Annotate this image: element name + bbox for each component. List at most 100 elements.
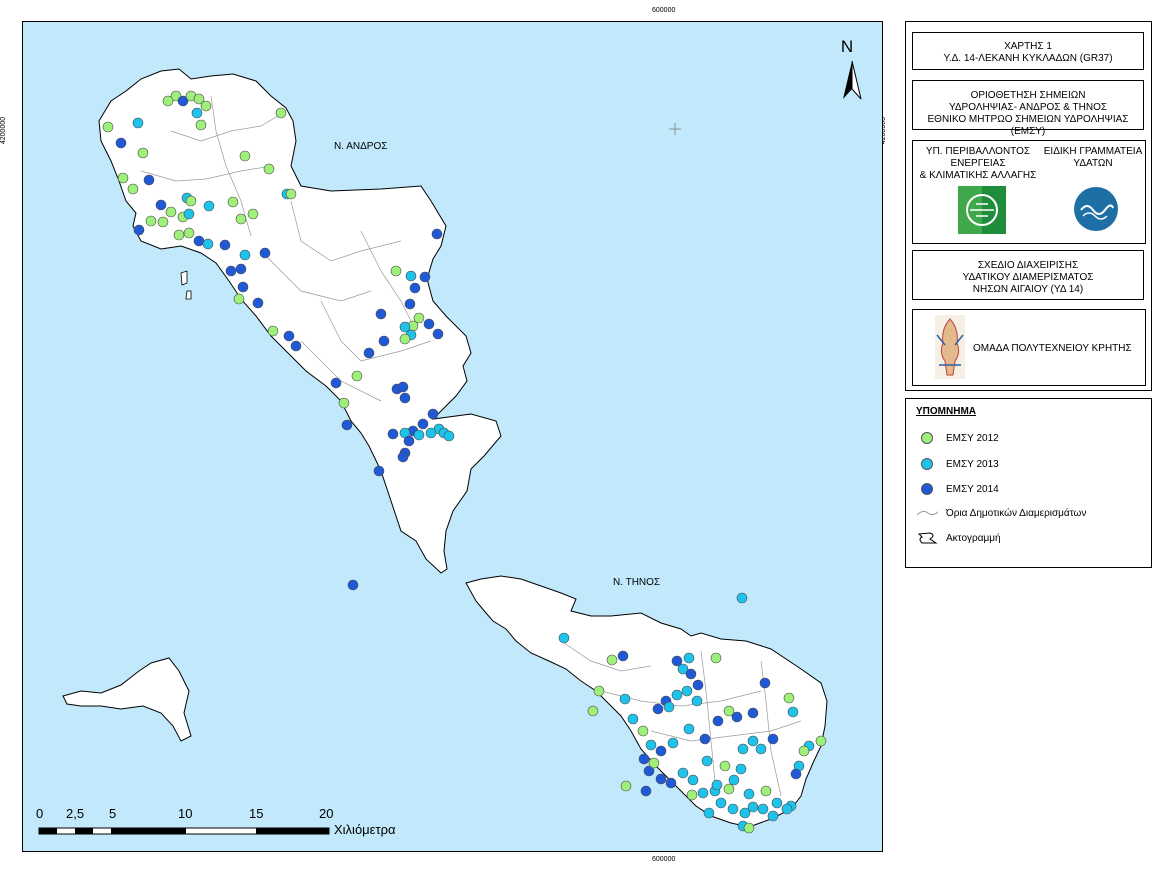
sample-point <box>743 822 755 834</box>
sample-point <box>405 270 417 282</box>
sample-point <box>235 213 247 225</box>
sample-point <box>290 340 302 352</box>
sample-point <box>259 247 271 259</box>
subtitle-line1: ΟΡΙΟΘΕΤΗΣΗ ΣΗΜΕΙΩΝ <box>970 90 1086 101</box>
scale-tick-2-5: 2,5 <box>66 806 85 821</box>
coord-top-label: 600000 <box>652 7 676 14</box>
sample-point <box>723 783 735 795</box>
sample-point <box>798 745 810 757</box>
sample-point <box>117 172 129 184</box>
sample-point <box>558 632 570 644</box>
sample-point <box>701 755 713 767</box>
sample-point <box>399 333 411 345</box>
sample-point <box>275 107 287 119</box>
scale-unit: Χιλιόμετρα <box>334 822 396 837</box>
team-label: ΟΜΑΔΑ ΠΟΛΥΤΕΧΝΕΙΟΥ ΚΡΗΤΗΣ <box>973 343 1132 354</box>
sample-point <box>183 208 195 220</box>
sample-point <box>143 174 155 186</box>
ministry-text: ΥΠ. ΠΕΡΙΒΑΛΛΟΝΤΟΣ ΕΝΕΡΓΕΙΑΣ & ΚΛΙΜΑΤΙΚΗΣ… <box>917 146 1039 182</box>
legend-item-2014: ΕΜΣΥ 2014 <box>916 481 999 497</box>
sample-point <box>663 701 675 713</box>
sample-point <box>263 163 275 175</box>
ministry-line3: & ΚΛΙΜΑΤΙΚΗΣ ΑΛΛΑΓΗΣ <box>919 170 1037 181</box>
sample-point <box>771 797 783 809</box>
sample-point <box>747 707 759 719</box>
legend-label-boundaries: Όρια Δημοτικών Διαμερισμάτων <box>946 507 1087 519</box>
coord-bottom-label: 600000 <box>652 856 676 863</box>
sample-point <box>747 801 759 813</box>
secretariat-text: ΕΙΔΙΚΗ ΓΡΑΜΜΑΤΕΙΑ ΥΔΑΤΩΝ <box>1043 146 1143 170</box>
legend-label-2013: ΕΜΣΥ 2013 <box>946 458 999 470</box>
sample-point <box>227 196 239 208</box>
sample-point <box>691 695 703 707</box>
scale-tick-0: 0 <box>36 806 44 821</box>
sample-point <box>637 725 649 737</box>
sample-point <box>397 451 409 463</box>
andros-island <box>98 68 502 574</box>
sample-point <box>760 785 772 797</box>
gyaros-island <box>62 657 192 742</box>
ministry-line2: ΕΝΕΡΓΕΙΑΣ <box>950 158 1006 169</box>
map-canvas[interactable]: N Ν. ΑΝΔΡΟΣ Ν. ΤΗΝΟΣ <box>22 21 883 852</box>
legend-item-boundaries: Όρια Δημοτικών Διαμερισμάτων <box>916 505 1086 521</box>
sample-point <box>699 733 711 745</box>
north-letter: N <box>841 37 853 56</box>
sample-point <box>787 706 799 718</box>
sample-point <box>443 430 455 442</box>
sample-point <box>681 685 693 697</box>
legend-label-2012: ΕΜΣΥ 2012 <box>946 432 999 444</box>
sample-point <box>781 803 793 815</box>
sample-point <box>640 785 652 797</box>
sample-point <box>155 199 167 211</box>
andros-label: Ν. ΑΝΔΡΟΣ <box>334 141 387 152</box>
sample-point <box>736 592 748 604</box>
sample-point <box>338 397 350 409</box>
sample-point <box>133 224 145 236</box>
sample-point <box>115 137 127 149</box>
sample-point <box>731 711 743 723</box>
sample-point <box>727 803 739 815</box>
subtitle-line2: ΥΔΡΟΛΗΨΙΑΣ- ΑΝΔΡΟΣ & ΤΗΝΟΣ <box>948 102 1108 113</box>
sample-point <box>347 579 359 591</box>
sample-point <box>627 713 639 725</box>
coord-left-label: 4200000 <box>0 116 8 145</box>
map-title-line2: Υ.Δ. 14-ΛΕΚΑΝΗ ΚΥΚΛΑΔΩΝ (GR37) <box>943 53 1113 64</box>
sample-point <box>683 723 695 735</box>
sample-point <box>219 239 231 251</box>
sample-point <box>390 265 402 277</box>
legend-item-2013: ΕΜΣΥ 2013 <box>916 456 999 472</box>
blue-point-icon <box>921 483 933 495</box>
sample-point <box>743 788 755 800</box>
green-point-icon <box>921 432 933 444</box>
scale-tick-20: 20 <box>319 806 334 821</box>
sample-point <box>735 763 747 775</box>
scale-tick-5: 5 <box>109 806 117 821</box>
sample-point <box>719 760 731 772</box>
sample-point <box>203 200 215 212</box>
legend-label-coastline: Ακτογραμμή <box>946 532 1001 544</box>
legend-label-2014: ΕΜΣΥ 2014 <box>946 483 999 495</box>
sample-point <box>193 235 205 247</box>
ministry-line1: ΥΠ. ΠΕΡΙΒΑΛΛΟΝΤΟΣ <box>925 146 1031 157</box>
sample-point <box>783 692 795 704</box>
sample-point <box>239 249 251 261</box>
sample-point <box>667 737 679 749</box>
sample-point <box>790 768 802 780</box>
sample-point <box>162 95 174 107</box>
legend-title: ΥΠΟΜΝΗΜΑ <box>916 406 976 417</box>
sample-point <box>409 282 421 294</box>
secretariat-line1: ΕΙΔΙΚΗ ΓΡΑΜΜΑΤΕΙΑ <box>1043 146 1143 157</box>
sample-point <box>645 739 657 751</box>
sample-point <box>200 100 212 112</box>
sample-point <box>283 330 295 342</box>
sample-point <box>419 271 431 283</box>
sample-point <box>378 335 390 347</box>
sample-point <box>387 428 399 440</box>
sample-point <box>427 408 439 420</box>
legend-item-coastline: Ακτογραμμή <box>916 530 1001 546</box>
sample-point <box>655 745 667 757</box>
sample-point <box>397 381 409 393</box>
sample-point <box>655 773 667 785</box>
sample-point <box>399 392 411 404</box>
sample-point <box>202 238 214 250</box>
